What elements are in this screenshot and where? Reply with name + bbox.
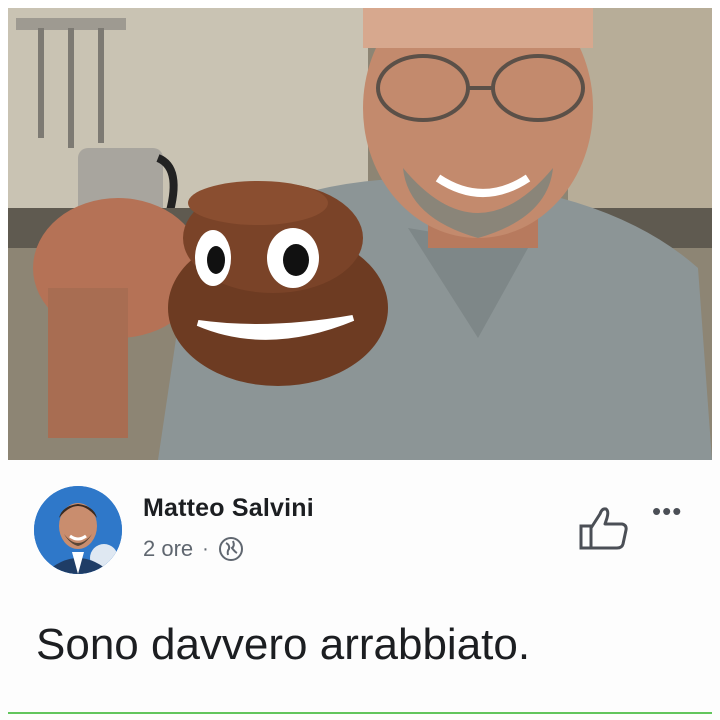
post-text: Sono davvero arrabbiato. (36, 620, 531, 669)
post-meta: 2 ore · (143, 536, 244, 562)
post-card: Matteo Salvini 2 ore · ••• Sono davvero … (0, 460, 720, 720)
post-photo[interactable] (8, 8, 712, 460)
thumbs-up-icon[interactable] (578, 504, 630, 552)
photo-mug-icon (8, 8, 712, 460)
avatar[interactable] (34, 486, 122, 574)
post-time[interactable]: 2 ore (143, 536, 193, 562)
more-dots-icon[interactable]: ••• (652, 498, 682, 524)
meta-separator: · (202, 537, 209, 560)
avatar-portrait-icon (34, 486, 122, 574)
author-name[interactable]: Matteo Salvini (143, 494, 314, 523)
globe-icon[interactable] (218, 536, 244, 562)
divider (8, 712, 712, 714)
